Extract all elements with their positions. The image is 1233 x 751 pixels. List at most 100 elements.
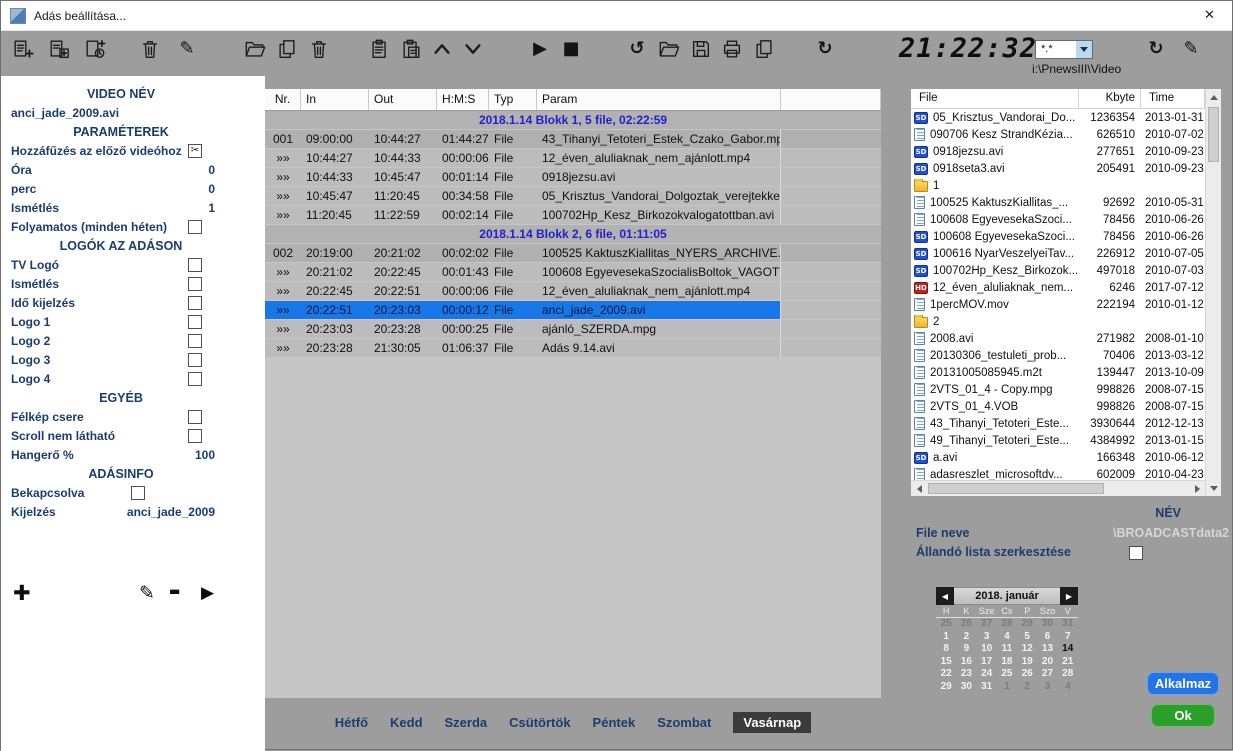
filter-combobox[interactable]: *.* bbox=[1035, 40, 1093, 59]
play-icon[interactable]: ▶ bbox=[528, 37, 552, 61]
playlist-block-header[interactable]: 2018.1.14 Blokk 2, 6 file, 01:11:05 bbox=[265, 225, 881, 244]
calendar-day[interactable]: 25 bbox=[997, 668, 1017, 681]
checkbox[interactable] bbox=[188, 429, 202, 443]
calendar-day[interactable]: 4 bbox=[997, 631, 1017, 644]
calendar-day[interactable]: 5 bbox=[1017, 631, 1037, 644]
add-item-icon[interactable] bbox=[47, 37, 71, 61]
calendar-day[interactable]: 7 bbox=[1058, 631, 1078, 644]
calendar-day[interactable]: 26 bbox=[1017, 668, 1037, 681]
calendar-day[interactable]: 28 bbox=[1058, 668, 1078, 681]
calendar-day[interactable]: 10 bbox=[977, 643, 997, 656]
file-row[interactable]: adasreszlet_microsoftdv...6020092010-04-… bbox=[911, 466, 1205, 480]
calendar-day[interactable]: 8 bbox=[936, 643, 956, 656]
calendar-day[interactable]: 2 bbox=[1017, 681, 1037, 694]
file-row[interactable]: 100525 KaktuszKiallitas_...926922010-05-… bbox=[911, 194, 1205, 211]
titlebar[interactable]: Adás beállítása... ✕ bbox=[1, 1, 1232, 31]
calendar-day[interactable]: 4 bbox=[1058, 681, 1078, 694]
edit-files-icon[interactable]: ✎ bbox=[1179, 37, 1203, 61]
day-tab[interactable]: Péntek bbox=[593, 715, 636, 730]
edit-button[interactable]: ✎ bbox=[139, 582, 155, 604]
file-row[interactable]: 49_Tihanyi_Tetoteri_Este...43849922013-0… bbox=[911, 432, 1205, 449]
day-tab[interactable]: Kedd bbox=[390, 715, 423, 730]
calendar-day[interactable]: 19 bbox=[1017, 656, 1037, 669]
calendar-next-button[interactable]: ▶ bbox=[1060, 587, 1078, 605]
print-icon[interactable] bbox=[720, 37, 744, 61]
calendar-day[interactable]: 17 bbox=[977, 656, 997, 669]
file-row[interactable]: 1percMOV.mov2221942010-01-12 bbox=[911, 296, 1205, 313]
calendar-day[interactable]: 9 bbox=[956, 643, 976, 656]
hscroll-thumb[interactable] bbox=[928, 483, 1104, 494]
remove-button[interactable]: ▬ bbox=[169, 584, 180, 598]
refresh-icon[interactable]: ↻ bbox=[813, 37, 837, 61]
scroll-left-icon[interactable] bbox=[911, 481, 927, 497]
checkbox[interactable] bbox=[188, 296, 202, 310]
file-row[interactable]: SD100608 EgyevesekaSzoci...784562010-06-… bbox=[911, 228, 1205, 245]
file-row[interactable]: SD05_Krisztus_Vandorai_Do...12363542013-… bbox=[911, 109, 1205, 126]
column-header-time[interactable]: Time bbox=[1141, 89, 1205, 108]
calendar-day[interactable]: 22 bbox=[936, 668, 956, 681]
file-row[interactable]: SD100616 NyarVeszelyeiTav...2269122010-0… bbox=[911, 245, 1205, 262]
playlist-row[interactable]: 00220:19:0020:21:0200:02:02File100525 Ka… bbox=[265, 244, 881, 263]
playlist-row[interactable]: »»10:44:2710:44:3300:00:06File12_éven_al… bbox=[265, 149, 881, 168]
checkbox[interactable] bbox=[188, 334, 202, 348]
checkbox[interactable]: ✂ bbox=[188, 144, 202, 158]
edit-icon[interactable]: ✎ bbox=[175, 37, 199, 61]
calendar-prev-button[interactable]: ◀ bbox=[936, 587, 954, 605]
calendar-day[interactable]: 21 bbox=[1058, 656, 1078, 669]
apply-button[interactable]: Alkalmaz bbox=[1147, 672, 1219, 695]
file-row[interactable]: 100608 EgyevesekaSzoci...784562010-06-26 bbox=[911, 211, 1205, 228]
file-row[interactable]: 090706 Kesz StrandKézia...6265102010-07-… bbox=[911, 126, 1205, 143]
vscroll-thumb[interactable] bbox=[1208, 107, 1219, 162]
playlist-row[interactable]: »»20:23:2821:30:0501:06:37FileAdás 9.14.… bbox=[265, 339, 881, 358]
column-header-in[interactable]: In bbox=[301, 89, 369, 110]
delete-icon[interactable] bbox=[138, 37, 162, 61]
calendar-day[interactable]: 27 bbox=[1037, 668, 1057, 681]
undo-icon[interactable]: ↺ bbox=[625, 37, 649, 61]
checkbox[interactable] bbox=[131, 486, 145, 500]
calendar-day[interactable]: 30 bbox=[956, 681, 976, 694]
open-folder-icon[interactable] bbox=[243, 37, 267, 61]
open-list-folder-icon[interactable] bbox=[657, 37, 681, 61]
scroll-right-icon[interactable] bbox=[1189, 481, 1205, 497]
scroll-down-icon[interactable] bbox=[1206, 480, 1222, 496]
horizontal-scrollbar[interactable] bbox=[911, 480, 1205, 496]
playlist-row[interactable]: »»10:44:3310:45:4700:01:14File0918jezsu.… bbox=[265, 168, 881, 187]
playlist-row[interactable]: 00109:00:0010:44:2701:44:27File43_Tihany… bbox=[265, 130, 881, 149]
add-button[interactable]: ✚ bbox=[13, 581, 31, 605]
column-header-kbyte[interactable]: Kbyte bbox=[1079, 89, 1141, 108]
calendar-day[interactable]: 26 bbox=[956, 618, 976, 631]
stop-icon[interactable]: ■ bbox=[559, 37, 583, 61]
calendar-day[interactable]: 24 bbox=[977, 668, 997, 681]
copy-icon[interactable] bbox=[275, 37, 299, 61]
calendar-day[interactable]: 29 bbox=[936, 681, 956, 694]
column-header-typ[interactable]: Typ bbox=[489, 89, 537, 110]
calendar-day[interactable]: 11 bbox=[997, 643, 1017, 656]
calendar-day[interactable]: 14 bbox=[1058, 643, 1078, 656]
column-header-nr[interactable]: Nr. bbox=[265, 89, 301, 110]
calendar-day[interactable]: 1 bbox=[997, 681, 1017, 694]
day-tab[interactable]: Csütörtök bbox=[509, 715, 570, 730]
checkbox[interactable] bbox=[188, 410, 202, 424]
playlist-row[interactable]: »»20:22:5120:23:0300:00:12Fileanci_jade_… bbox=[265, 301, 881, 320]
duplicate-icon[interactable] bbox=[752, 37, 776, 61]
file-row[interactable]: 20131005085945.m2t1394472013-10-09 bbox=[911, 364, 1205, 381]
calendar-day[interactable]: 23 bbox=[956, 668, 976, 681]
calendar-day[interactable]: 12 bbox=[1017, 643, 1037, 656]
calendar-day[interactable]: 13 bbox=[1037, 643, 1057, 656]
calendar-day[interactable]: 27 bbox=[977, 618, 997, 631]
file-row[interactable]: HD12_éven_aluliaknak_nem...62462017-07-1… bbox=[911, 279, 1205, 296]
day-tab[interactable]: Vasárnap bbox=[733, 712, 811, 733]
playlist-row[interactable]: »»20:21:0220:22:4500:01:43File100608 Egy… bbox=[265, 263, 881, 282]
refresh-files-icon[interactable]: ↻ bbox=[1144, 37, 1168, 61]
file-row[interactable]: 2 bbox=[911, 313, 1205, 330]
calendar-day[interactable]: 20 bbox=[1037, 656, 1057, 669]
column-header-param[interactable]: Param bbox=[537, 89, 781, 110]
vertical-scrollbar[interactable] bbox=[1205, 89, 1221, 496]
calendar-day[interactable]: 28 bbox=[997, 618, 1017, 631]
allando-lista-checkbox[interactable] bbox=[1129, 546, 1143, 560]
paste-list-icon[interactable] bbox=[368, 37, 392, 61]
column-header-file[interactable]: File bbox=[911, 89, 1079, 108]
calendar-day[interactable]: 15 bbox=[936, 656, 956, 669]
day-tab[interactable]: Szombat bbox=[657, 715, 711, 730]
chevron-down-icon[interactable] bbox=[1076, 41, 1092, 58]
